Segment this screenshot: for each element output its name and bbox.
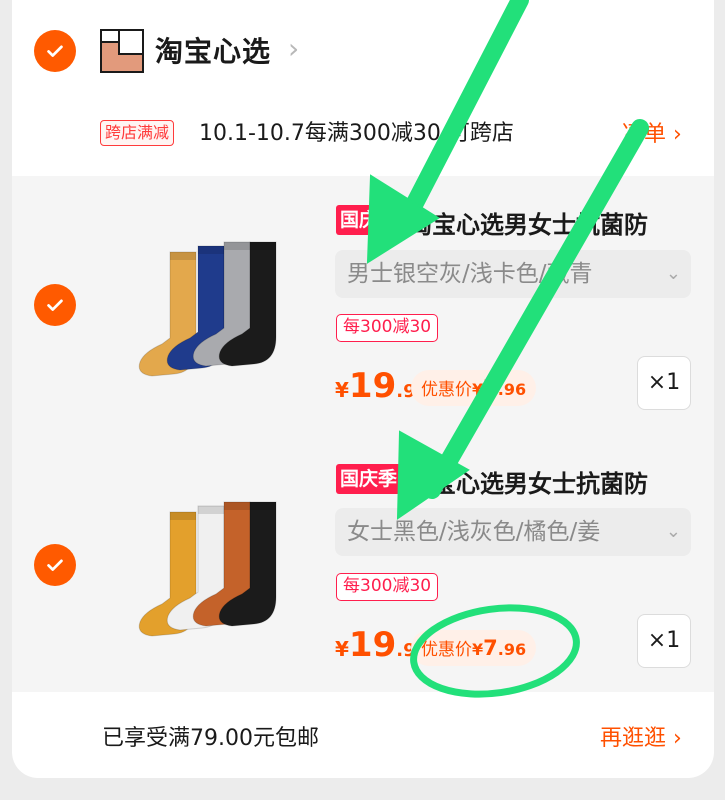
product-image[interactable] [100, 202, 310, 402]
chevron-right-icon[interactable]: › [288, 32, 299, 65]
add-items-link[interactable]: 凑单 › [622, 116, 682, 148]
sock-cuff [198, 246, 224, 254]
quantity-button[interactable]: ×1 [637, 356, 691, 410]
chevron-down-icon: ⌄ [665, 521, 681, 542]
quantity-button[interactable]: ×1 [637, 614, 691, 668]
cart-store-card: 淘宝心选 › 跨店满减 10.1-10.7每满300减30 可跨店 凑单 › 国… [12, 0, 714, 778]
cross-store-discount-tag: 跨店满减 [100, 120, 175, 146]
sock-cuff [224, 502, 250, 510]
discount-tag: 每300减30 [336, 314, 439, 342]
store-logo [100, 29, 144, 73]
check-icon [47, 45, 63, 57]
socks-image [138, 241, 277, 377]
browse-more-link[interactable]: 再逛逛 › [600, 720, 682, 752]
socks-image [138, 501, 277, 637]
promo-description: 10.1-10.7每满300减30 可跨店 [199, 121, 514, 146]
sku-selector[interactable]: 男士银空灰/浅卡色/藏青 ⌄ [335, 250, 691, 298]
free-shipping-text: 已享受满79.00元包邮 [102, 726, 319, 751]
coupon-price: 优惠价¥7.96 [411, 630, 537, 666]
sku-text: 男士银空灰/浅卡色/藏青 [347, 261, 593, 287]
product-title[interactable]: 淘宝心选男女士抗菌防 [408, 205, 704, 240]
item-select-checkbox[interactable] [34, 544, 76, 586]
sock-cuff [170, 252, 196, 260]
store-select-checkbox[interactable] [34, 30, 76, 72]
sock-cuff [250, 242, 276, 250]
sku-selector[interactable]: 女士黑色/浅灰色/橘色/姜 ⌄ [335, 508, 691, 556]
check-icon [47, 299, 63, 311]
national-day-badge: 国庆季 [336, 464, 402, 494]
item-select-checkbox[interactable] [34, 284, 76, 326]
check-icon [47, 559, 63, 571]
discount-tag: 每300减30 [336, 573, 439, 601]
sock-cuff [198, 506, 224, 514]
national-day-badge: 国庆季 [336, 205, 402, 235]
coupon-price: 优惠价¥7.96 [411, 370, 537, 406]
sku-text: 女士黑色/浅灰色/橘色/姜 [347, 519, 601, 545]
sock-cuff [170, 512, 196, 520]
sock-cuff [224, 242, 250, 250]
product-image[interactable] [100, 462, 310, 662]
store-name[interactable]: 淘宝心选 [155, 30, 271, 70]
price: ¥19.9 [335, 625, 416, 665]
price: ¥19.9 [335, 366, 416, 406]
sock-cuff [250, 502, 276, 510]
chevron-down-icon: ⌄ [665, 263, 681, 284]
product-title[interactable]: 淘宝心选男女士抗菌防 [408, 464, 704, 499]
